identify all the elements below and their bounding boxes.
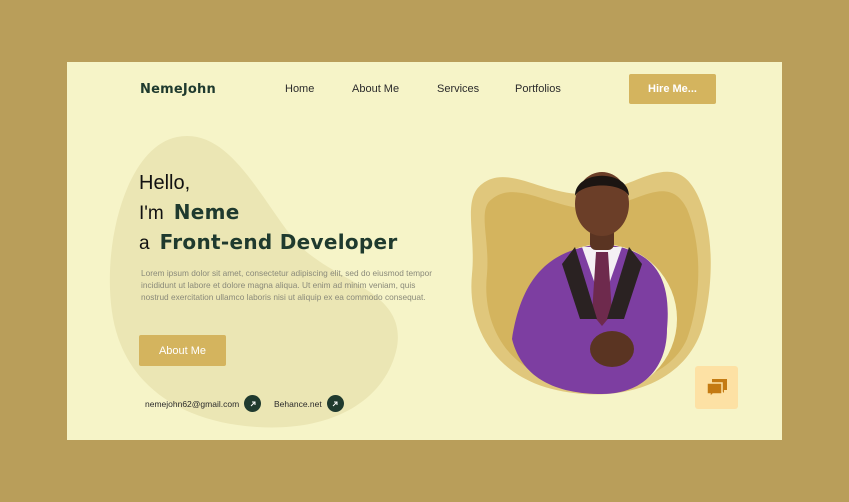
hero-greeting: Hello, xyxy=(139,172,191,194)
arrow-up-right-icon[interactable] xyxy=(326,395,344,412)
nav-about-me[interactable]: About Me xyxy=(352,83,399,95)
hire-me-button[interactable]: Hire Me... xyxy=(629,74,716,104)
hero-role: Front-end Developer xyxy=(159,230,398,254)
email-text: nemejohn62@gmail.com xyxy=(145,398,240,409)
about-me-button[interactable]: About Me xyxy=(139,335,226,366)
behance-link[interactable]: Behance.net xyxy=(274,395,344,412)
im-prefix: I'm xyxy=(139,203,164,224)
hero-portrait xyxy=(470,171,711,395)
nav-home[interactable]: Home xyxy=(285,83,314,95)
email-link[interactable]: nemejohn62@gmail.com xyxy=(145,395,262,412)
hero-name: Neme xyxy=(173,200,240,224)
hero-description: Lorem ipsum dolor sit amet, consectetur … xyxy=(141,268,432,302)
hero-role-line: a Front-end Developer xyxy=(139,230,398,255)
arrow-up-right-icon[interactable] xyxy=(244,395,262,412)
behance-text: Behance.net xyxy=(274,398,322,409)
nav-portfolios[interactable]: Portfolios xyxy=(515,83,561,95)
logo[interactable]: NemeJohn xyxy=(140,82,216,97)
a-prefix: a xyxy=(139,233,150,254)
hands xyxy=(590,331,634,367)
hero-card: NemeJohn Home About Me Services Portfoli… xyxy=(67,62,782,440)
nav-services[interactable]: Services xyxy=(437,83,479,95)
chat-bubbles-icon xyxy=(705,378,727,399)
hero-name-line: I'm Neme xyxy=(139,200,240,225)
chat-button[interactable] xyxy=(695,366,738,409)
